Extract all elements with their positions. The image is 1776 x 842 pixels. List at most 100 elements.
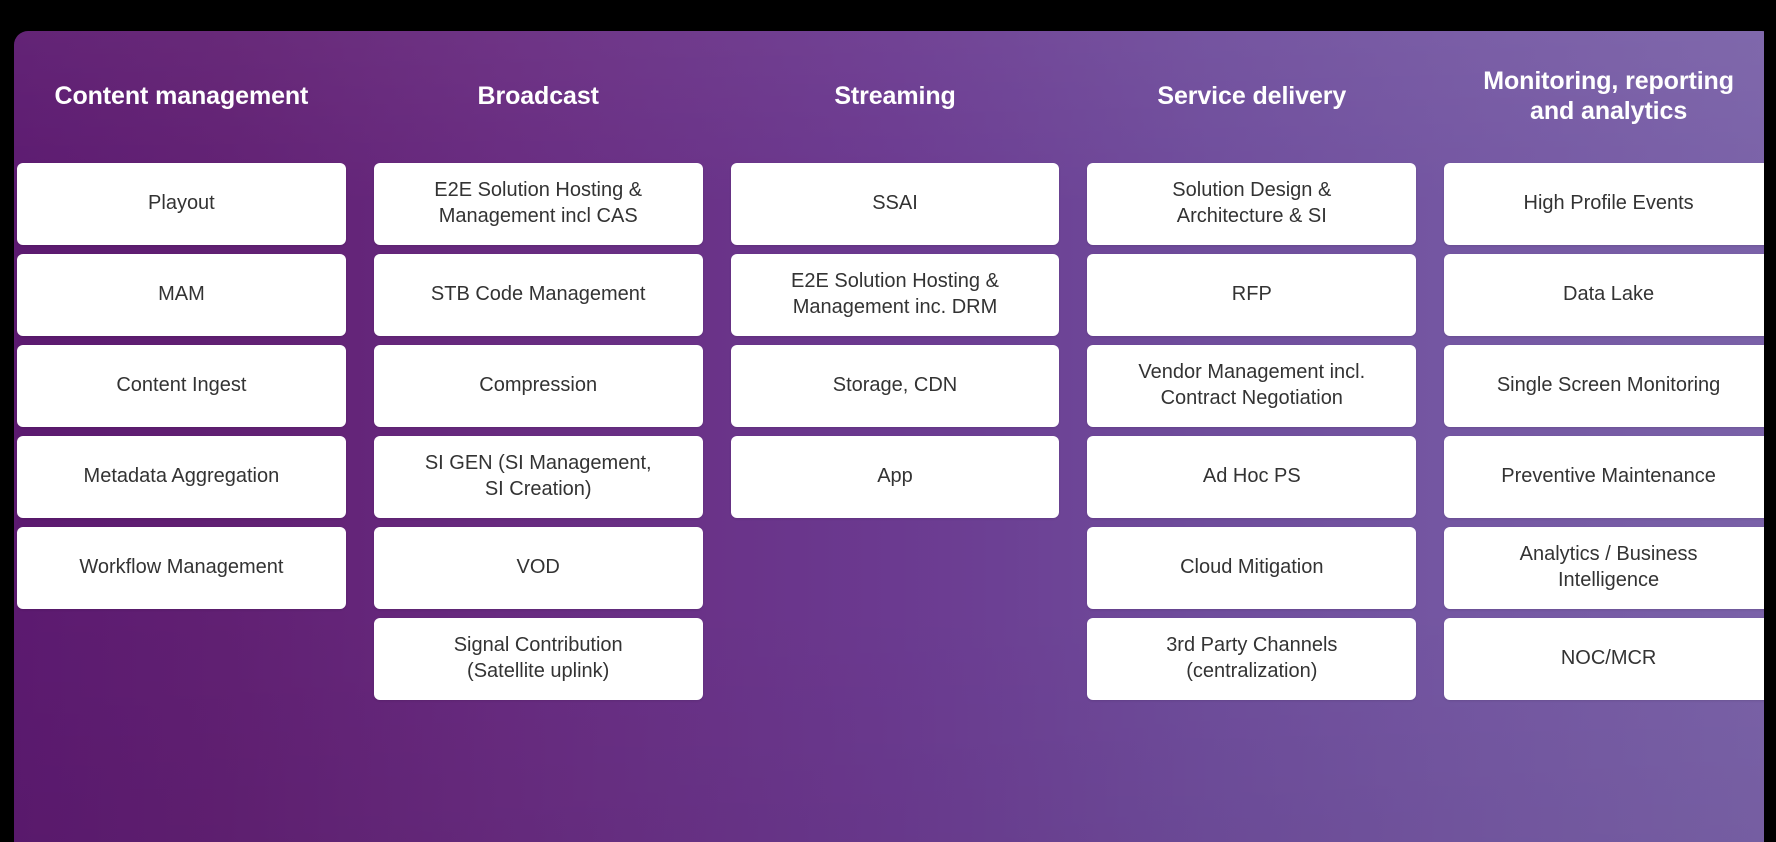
capability-card-slot: SSAI — [730, 163, 1060, 254]
capability-card-label: Content Ingest — [116, 374, 247, 397]
capability-card[interactable]: RFP — [1087, 254, 1417, 336]
capability-card-label: Vendor Management incl. Contract Negotia… — [1138, 361, 1366, 409]
capability-card[interactable]: Preventive Maintenance — [1444, 436, 1773, 518]
capability-card-label: SSAI — [872, 192, 918, 215]
capability-card-label: VOD — [516, 556, 560, 579]
column-header-label: Broadcast — [477, 81, 599, 110]
capability-card[interactable]: Data Lake — [1444, 254, 1773, 336]
capability-card-label: Cloud Mitigation — [1180, 556, 1324, 579]
capability-card-label: 3rd Party Channels (centralization) — [1166, 634, 1338, 682]
capability-card[interactable]: STB Code Management — [373, 254, 703, 336]
capability-card-label: App — [877, 465, 913, 488]
capability-column-streaming: Streaming SSAI E2E Solution Hosting & Mana… — [730, 31, 1060, 842]
capability-card-slot: STB Code Management — [373, 254, 703, 345]
column-header-label: Content management — [54, 81, 309, 110]
capability-card-label: Signal Contribution (Satellite uplink) — [453, 634, 623, 682]
capability-card-label: Data Lake — [1563, 283, 1655, 306]
capability-card[interactable]: Analytics / Business Intelligence — [1444, 527, 1773, 609]
capability-card-slot: Vendor Management incl. Contract Negotia… — [1087, 345, 1417, 436]
capability-card[interactable]: Metadata Aggregation — [17, 436, 346, 518]
capability-card[interactable]: Single Screen Monitoring — [1444, 345, 1773, 427]
capability-card-slot: RFP — [1087, 254, 1417, 345]
capability-columns-grid: Content management Playout MAM Content Inge… — [17, 31, 1773, 842]
capability-card[interactable]: Playout — [17, 163, 346, 245]
capability-card-label: SI GEN (SI Management, SI Creation) — [424, 452, 652, 500]
column-header-label: Service delivery — [1157, 81, 1347, 110]
capability-card-label: Compression — [479, 374, 598, 397]
capability-card[interactable]: E2E Solution Hosting & Management inc. D… — [730, 254, 1060, 336]
capability-card-slot-empty — [731, 527, 1060, 618]
capability-card-label: Single Screen Monitoring — [1496, 374, 1721, 397]
capability-card[interactable]: 3rd Party Channels (centralization) — [1087, 618, 1417, 700]
column-header-service-delivery: Service delivery — [1087, 31, 1416, 161]
column-header-content-management: Content management — [17, 31, 346, 161]
capability-card-slot: Solution Design & Architecture & SI — [1087, 163, 1417, 254]
capability-card[interactable]: App — [730, 436, 1060, 518]
capability-card[interactable]: Workflow Management — [17, 527, 346, 609]
capability-column-monitoring-reporting-analytics: Monitoring, reporting and analytics High … — [1444, 31, 1773, 842]
capability-card[interactable]: NOC/MCR — [1444, 618, 1773, 700]
capability-matrix-panel: Content management Playout MAM Content Inge… — [14, 31, 1776, 842]
capability-card[interactable]: Signal Contribution (Satellite uplink) — [373, 618, 703, 700]
capability-card[interactable]: Ad Hoc PS — [1087, 436, 1417, 518]
capability-card-slot: 3rd Party Channels (centralization) — [1087, 618, 1417, 709]
capability-card-slot: Storage, CDN — [730, 345, 1060, 436]
capability-card[interactable]: SSAI — [730, 163, 1060, 245]
capability-card[interactable]: Content Ingest — [17, 345, 346, 427]
capability-card-slot-empty — [731, 618, 1060, 709]
capability-card-slot: High Profile Events — [1444, 163, 1773, 254]
capability-card-label: NOC/MCR — [1560, 647, 1657, 670]
capability-card-slot: E2E Solution Hosting & Management inc. D… — [730, 254, 1060, 345]
diagram-stage: Content management Playout MAM Content Inge… — [0, 0, 1776, 842]
capability-card-slot: MAM — [17, 254, 346, 345]
capability-card-slot: SI GEN (SI Management, SI Creation) — [373, 436, 703, 527]
capability-column-content-management: Content management Playout MAM Content Inge… — [17, 31, 346, 842]
capability-card-slot: App — [730, 436, 1060, 527]
capability-card[interactable]: Compression — [373, 345, 703, 427]
capability-card-slot: Compression — [373, 345, 703, 436]
capability-card-slot: Single Screen Monitoring — [1444, 345, 1773, 436]
capability-card[interactable]: Storage, CDN — [730, 345, 1060, 427]
frame-top-bar — [0, 0, 1776, 31]
capability-card-label: E2E Solution Hosting & Management incl C… — [434, 179, 643, 227]
column-header-label: Streaming — [834, 81, 956, 110]
capability-card-label: Solution Design & Architecture & SI — [1172, 179, 1332, 227]
capability-card-slot: Ad Hoc PS — [1087, 436, 1417, 527]
capability-card[interactable]: Cloud Mitigation — [1087, 527, 1417, 609]
frame-left-bar — [0, 0, 14, 842]
capability-card-label: STB Code Management — [430, 283, 646, 306]
column-header-broadcast: Broadcast — [374, 31, 703, 161]
capability-card-slot: Workflow Management — [17, 527, 346, 618]
capability-card[interactable]: High Profile Events — [1444, 163, 1773, 245]
capability-card-slot-empty — [17, 618, 346, 709]
capability-card[interactable]: Solution Design & Architecture & SI — [1087, 163, 1417, 245]
capability-column-service-delivery: Service delivery Solution Design & Archit… — [1087, 31, 1417, 842]
capability-column-broadcast: Broadcast E2E Solution Hosting & Manageme… — [373, 31, 703, 842]
capability-card[interactable]: VOD — [373, 527, 703, 609]
capability-card[interactable]: Vendor Management incl. Contract Negotia… — [1087, 345, 1417, 427]
capability-card-label: Playout — [148, 192, 215, 215]
capability-card-slot: VOD — [373, 527, 703, 618]
capability-card-slot: Analytics / Business Intelligence — [1444, 527, 1773, 618]
capability-card-label: Metadata Aggregation — [83, 465, 280, 488]
capability-card-label: Storage, CDN — [832, 374, 958, 397]
column-card-stack-service-delivery: Solution Design & Architecture & SI RFP Ve… — [1087, 161, 1417, 842]
capability-card[interactable]: SI GEN (SI Management, SI Creation) — [373, 436, 703, 518]
frame-right-bar — [1764, 0, 1776, 842]
capability-card[interactable]: MAM — [17, 254, 346, 336]
capability-card-slot: Cloud Mitigation — [1087, 527, 1417, 618]
capability-card-label: Analytics / Business Intelligence — [1519, 543, 1698, 591]
capability-card-placeholder — [17, 618, 346, 700]
column-card-stack-monitoring-reporting-analytics: High Profile Events Data Lake Single Scree… — [1444, 161, 1773, 842]
capability-card-label: Preventive Maintenance — [1501, 465, 1716, 488]
capability-card-slot: E2E Solution Hosting & Management incl C… — [373, 163, 703, 254]
capability-card-placeholder — [731, 618, 1060, 700]
capability-card-slot: Signal Contribution (Satellite uplink) — [373, 618, 703, 709]
capability-card-placeholder — [731, 527, 1060, 609]
capability-card-slot: NOC/MCR — [1444, 618, 1773, 709]
capability-card[interactable]: E2E Solution Hosting & Management incl C… — [373, 163, 703, 245]
capability-card-slot: Preventive Maintenance — [1444, 436, 1773, 527]
capability-card-label: MAM — [158, 283, 205, 306]
capability-card-slot: Content Ingest — [17, 345, 346, 436]
column-card-stack-broadcast: E2E Solution Hosting & Management incl C… — [373, 161, 703, 842]
